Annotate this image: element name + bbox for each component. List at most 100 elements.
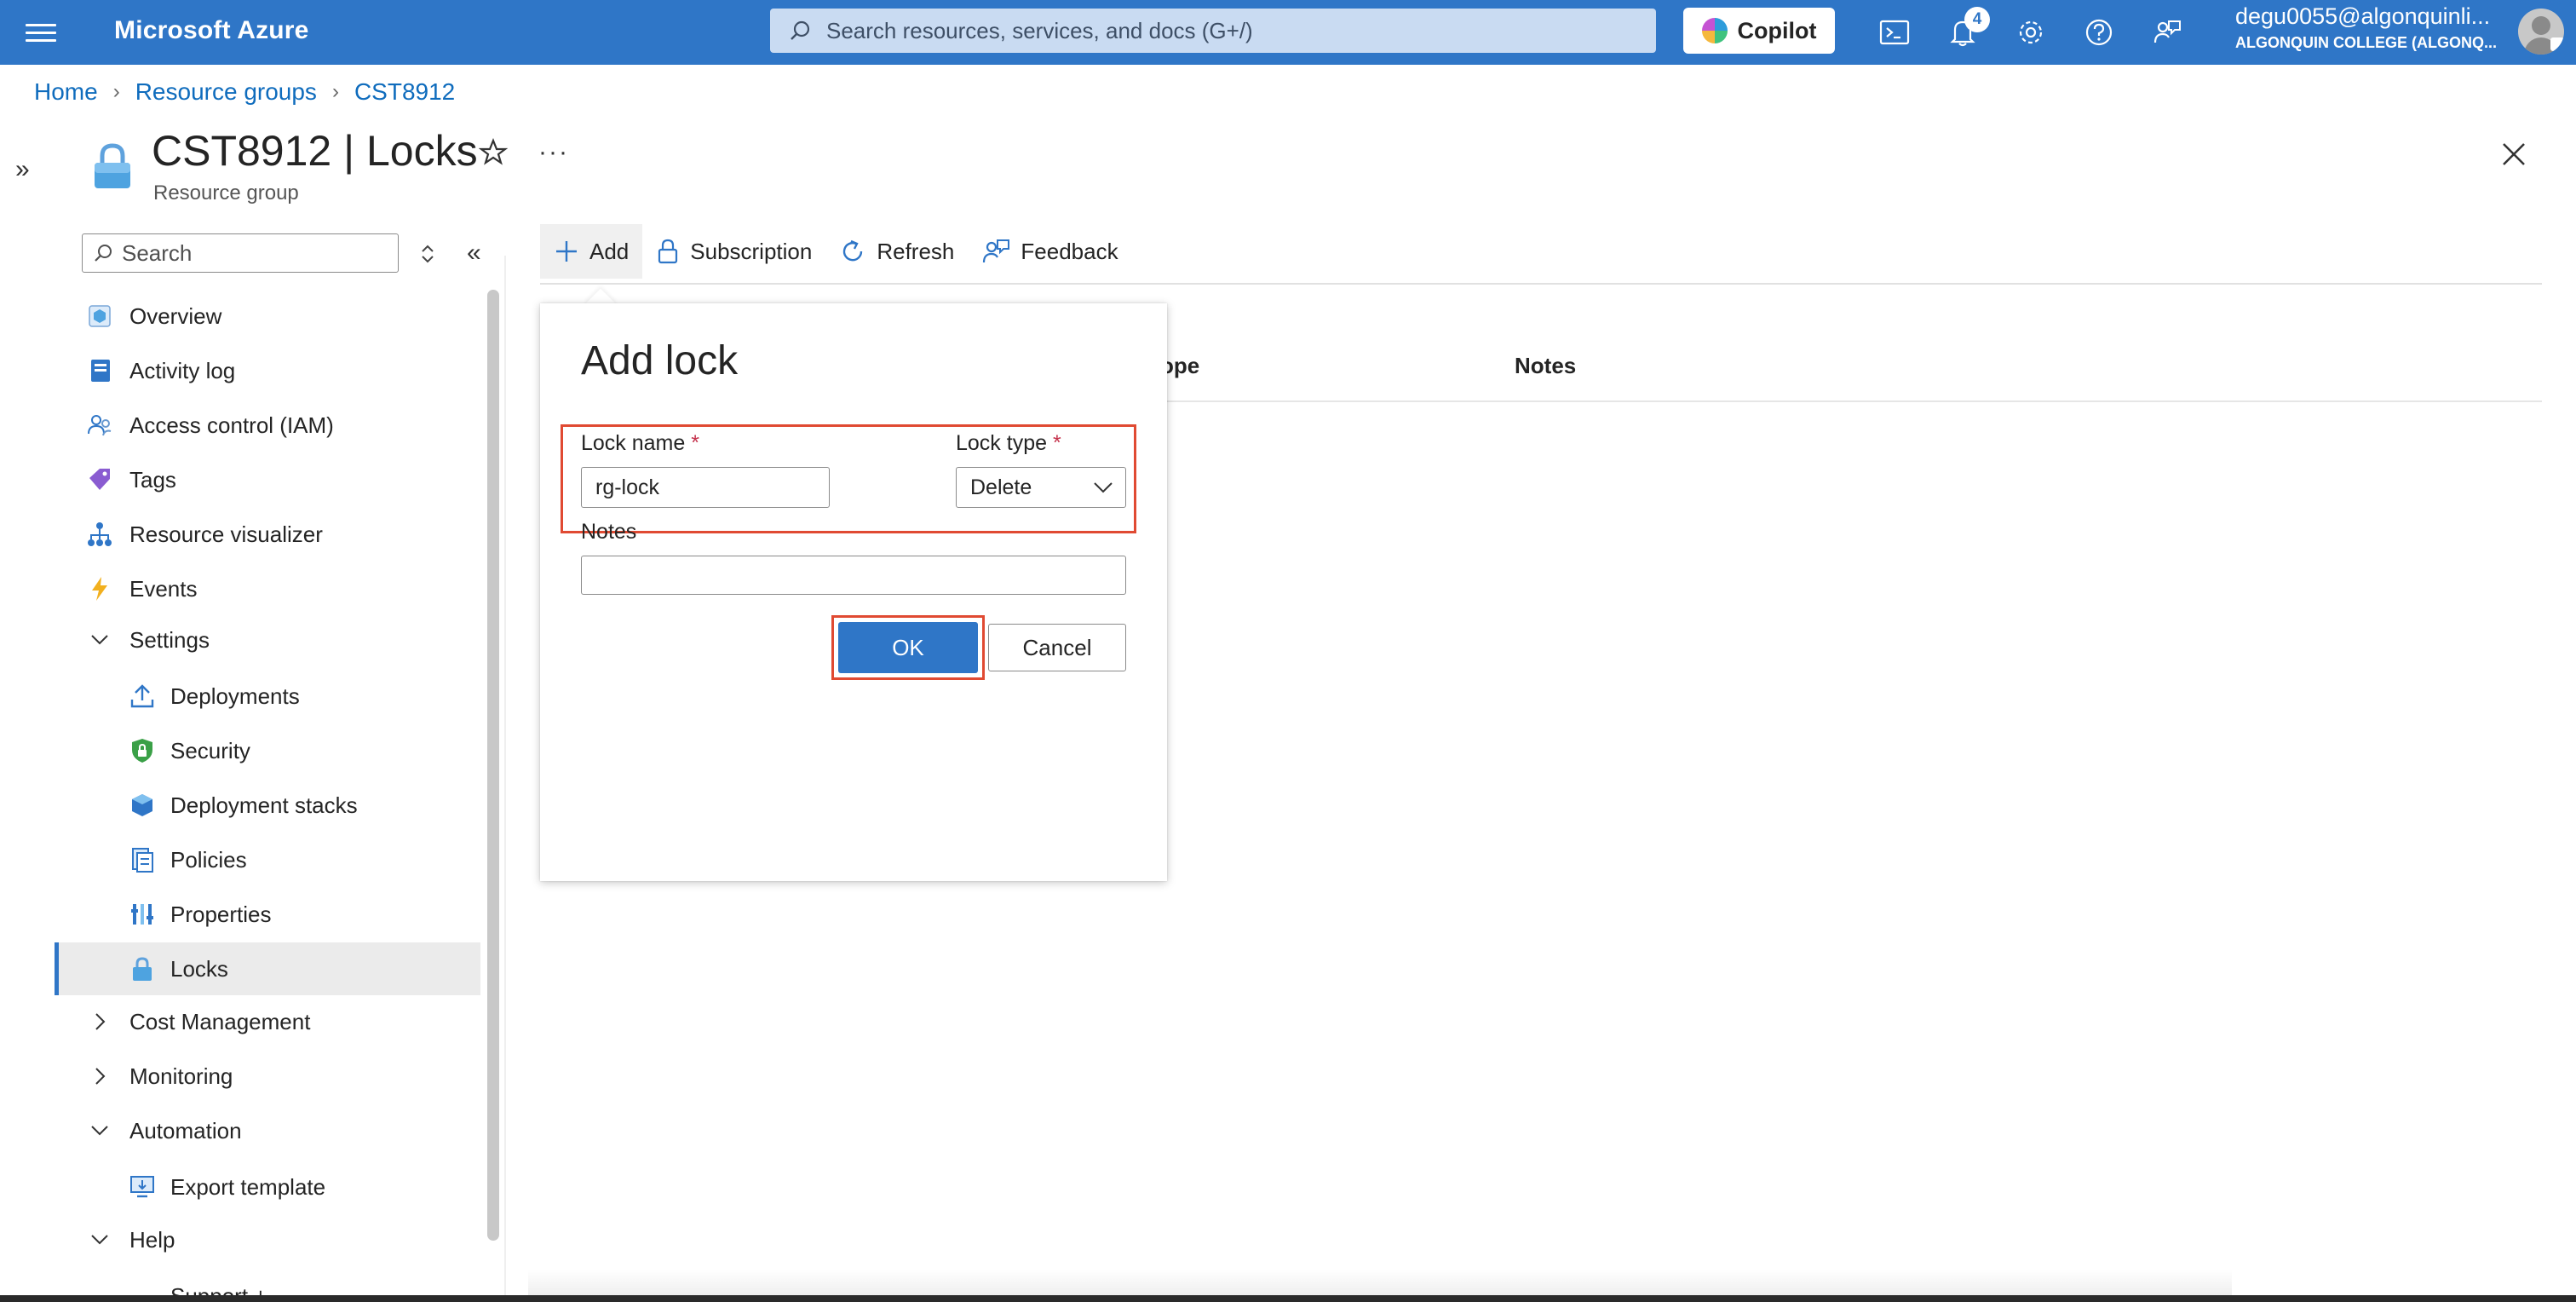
activity-log-icon (85, 356, 114, 385)
feedback-icon (981, 238, 1010, 265)
sidebar-item-label: Cost Management (129, 1008, 311, 1034)
sidebar-item-label: Overview (129, 302, 222, 329)
help-icon[interactable] (2080, 14, 2118, 51)
sidebar-item-export-template[interactable]: Export template (55, 1161, 480, 1213)
breadcrumb-cst8912[interactable]: CST8912 (354, 78, 455, 106)
lock-fields-highlight (561, 424, 1136, 533)
column-header-notes[interactable]: Notes (1515, 353, 1576, 379)
expand-blade-icon[interactable]: » (15, 155, 30, 184)
window-edge (0, 1295, 2576, 1302)
sidebar-item-label: Automation (129, 1117, 242, 1144)
copilot-label: Copilot (1737, 17, 1817, 43)
chevron-down-icon (85, 1225, 114, 1254)
sidebar-scrollbar[interactable] (487, 290, 499, 1241)
account-menu[interactable]: degu0055@algonquinli... ALGONQUIN COLLEG… (2235, 5, 2508, 51)
global-search-input[interactable]: Search resources, services, and docs (G+… (770, 9, 1656, 53)
sidebar-item-label: Export template (170, 1173, 326, 1200)
add-lock-dialog: Add lock Lock name * rg-lock Lock type *… (540, 303, 1167, 881)
cloud-shell-icon[interactable] (1876, 14, 1913, 51)
add-label: Add (589, 238, 630, 264)
top-bar: Microsoft Azure Search resources, servic… (0, 0, 2576, 65)
search-icon (789, 20, 811, 42)
dialog-title: Add lock (581, 338, 739, 383)
sidebar-item-label: Tags (129, 466, 176, 493)
sidebar-item-resource-visualizer[interactable]: Resource visualizer (55, 508, 480, 561)
sidebar-item-events[interactable]: Events (55, 562, 480, 615)
sidebar-item-access-control[interactable]: Access control (IAM) (55, 399, 480, 452)
sidebar-item-activity-log[interactable]: Activity log (55, 344, 480, 397)
sidebar-item-label: Monitoring (129, 1063, 233, 1089)
notifications-bell-icon[interactable]: 4 (1944, 7, 1990, 51)
sidebar-item-label: Properties (170, 901, 272, 927)
copilot-button[interactable]: Copilot (1683, 8, 1835, 54)
shield-icon (128, 736, 157, 765)
copilot-icon (1701, 18, 1728, 43)
chevron-down-icon (85, 1116, 114, 1145)
sidebar-item-security[interactable]: Security (55, 724, 480, 777)
sidebar-item-label: Policies (170, 846, 247, 873)
sort-updown-icon[interactable] (419, 242, 436, 270)
sidebar-search-placeholder: Search (122, 239, 193, 266)
people-icon (85, 411, 114, 440)
subscription-button[interactable]: Subscription (642, 224, 825, 279)
sidebar-item-properties[interactable]: Properties (55, 888, 480, 941)
sidebar-item-deployment-stacks[interactable]: Deployment stacks (55, 779, 480, 832)
cancel-button[interactable]: Cancel (988, 624, 1126, 671)
sidebar-item-policies[interactable]: Policies (55, 833, 480, 886)
sidebar-group-monitoring[interactable]: Monitoring (55, 1050, 480, 1103)
sidebar-search-input[interactable]: Search (82, 233, 399, 273)
sidebar-group-settings[interactable]: Settings (55, 614, 480, 666)
lightning-icon (85, 574, 114, 603)
sidebar-group-help[interactable]: Help (55, 1213, 480, 1266)
sidebar-group-automation[interactable]: Automation (55, 1104, 480, 1157)
breadcrumb-home[interactable]: Home (34, 78, 98, 106)
chevron-down-icon (85, 625, 114, 654)
sidebar-group-cost-management[interactable]: Cost Management (55, 995, 480, 1048)
collapse-sidebar-icon[interactable]: « (467, 239, 481, 268)
sidebar-item-tags[interactable]: Tags (55, 453, 480, 506)
sidebar-item-label: Deployment stacks (170, 792, 358, 818)
lock-icon (128, 954, 157, 983)
refresh-icon (839, 238, 866, 265)
plus-icon (554, 239, 579, 264)
notes-input[interactable] (581, 556, 1126, 595)
lock-outline-icon (656, 238, 680, 265)
sidebar-item-locks[interactable]: Locks (55, 942, 480, 995)
sidebar-item-label: Events (129, 575, 198, 602)
feedback-button[interactable]: Feedback (968, 224, 1131, 279)
sidebar-item-deployments[interactable]: Deployments (55, 670, 480, 723)
hierarchy-icon (85, 520, 114, 549)
more-options-icon[interactable]: ··· (538, 138, 569, 167)
refresh-button[interactable]: Refresh (825, 224, 968, 279)
sidebar-item-label: Access control (IAM) (129, 412, 334, 438)
upload-icon (128, 682, 157, 711)
command-bar: Add Subscription Refresh Feedback (540, 222, 1132, 281)
ok-button[interactable]: OK (838, 622, 978, 673)
avatar[interactable] (2518, 9, 2564, 55)
feedback-label: Feedback (1021, 238, 1118, 264)
command-bar-divider (540, 283, 2542, 285)
favorite-star-icon[interactable] (478, 138, 509, 171)
sidebar-nav: Overview Activity log Access control (IA… (55, 290, 480, 1302)
sidebar-item-label: Security (170, 737, 250, 763)
chevron-right-icon (85, 1062, 114, 1091)
portal-brand[interactable]: Microsoft Azure (114, 16, 309, 45)
lock-icon (90, 141, 135, 195)
settings-gear-icon[interactable] (2012, 14, 2050, 51)
chevron-right-icon: › (331, 80, 339, 103)
breadcrumb-resource-groups[interactable]: Resource groups (135, 78, 317, 106)
search-icon (93, 243, 113, 263)
feedback-icon[interactable] (2148, 14, 2186, 51)
sidebar-item-label: Activity log (129, 357, 236, 383)
add-lock-button[interactable]: Add (540, 224, 643, 279)
properties-bars-icon (128, 900, 157, 929)
chevron-right-icon: › (112, 80, 120, 103)
close-icon[interactable] (2499, 140, 2528, 173)
sidebar-item-overview[interactable]: Overview (55, 290, 480, 343)
notification-count-badge: 4 (1964, 7, 1990, 32)
account-org: ALGONQUIN COLLEGE (ALGONQ... (2235, 34, 2497, 51)
notes-label: Notes (581, 520, 637, 544)
policy-document-icon (128, 845, 157, 874)
hamburger-menu-icon[interactable] (26, 19, 56, 44)
sidebar-item-label: Help (129, 1226, 175, 1253)
